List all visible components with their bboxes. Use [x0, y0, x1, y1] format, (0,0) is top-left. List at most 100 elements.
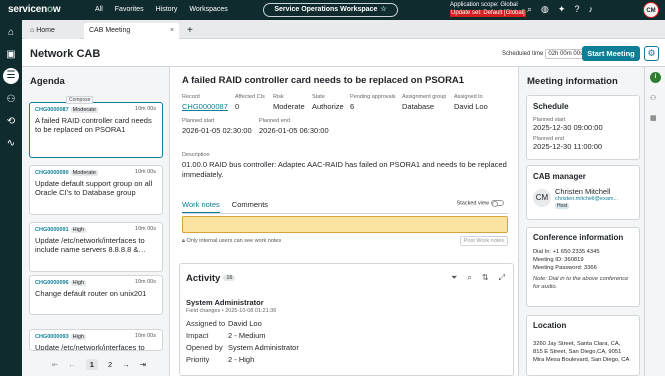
nav-workspaces[interactable]: Workspaces [189, 6, 227, 13]
field-label: Pending approvals [350, 94, 396, 100]
field-description: Description 01.00.0 RAID bus controller: … [182, 152, 507, 180]
servicenow-logo[interactable]: servicenow [8, 4, 61, 15]
visibility-note: 🔒︎ Only internal users can see work note… [182, 238, 281, 245]
location-title: Location [533, 321, 567, 330]
post-work-notes-button[interactable]: Post Work notes [460, 236, 508, 246]
manager-card[interactable]: CM Christen Mitchell christen.mitchell@e… [533, 187, 633, 209]
right-rail: i ⚇ ▦ [644, 67, 665, 376]
schedule-panel: Schedule Planned start 2025-12-30 09:00:… [526, 95, 640, 160]
user-avatar[interactable]: CM [643, 2, 659, 18]
filter-icon[interactable]: ⏷ [451, 273, 457, 283]
field-label: Assignment group [402, 94, 447, 100]
change-icon[interactable]: ⟲ [5, 116, 17, 128]
prev-page-button[interactable]: ← [68, 360, 76, 369]
table-row: Impact 2 - Medium [186, 329, 299, 341]
scope-info[interactable]: Application scope: Global Update set: De… [450, 2, 526, 17]
group-icon[interactable]: ⚇ [5, 94, 17, 106]
tab-home[interactable]: ⌂ Home [25, 23, 80, 39]
priority-badge: High [70, 280, 86, 286]
agenda-item-desc: A failed RAID controller card needs to b… [35, 116, 152, 134]
activity-tools: ⏷ ⌕ ⇅ ⤢ [451, 273, 505, 283]
pulse-icon[interactable]: ∿ [5, 138, 17, 150]
table-row: Opened by System Administrator [186, 341, 299, 353]
nav-all[interactable]: All [95, 6, 103, 13]
attendees-icon[interactable]: ⚇ [650, 94, 656, 102]
field-label: Planned end [259, 118, 290, 124]
tab-work-notes[interactable]: Work notes [182, 200, 220, 214]
pagination: ⇤ ← 1 2 → ⇥ [52, 359, 146, 370]
compose-tooltip: Compose [66, 96, 94, 104]
agenda-item[interactable]: CHG0000090 Moderate 10m 00s Update defaul… [29, 165, 163, 215]
page-title: Network CAB [30, 48, 101, 60]
workspace-pill[interactable]: Service Operations Workspace ☆ [263, 3, 398, 17]
update-set: Update set: Default [Global] [450, 9, 526, 17]
start-meeting-button[interactable]: Start Meeting [582, 46, 640, 61]
field-label: Risk [273, 94, 284, 100]
cab-manager-panel: CAB manager CM Christen Mitchell christe… [526, 165, 640, 220]
activity-count: 16 [223, 275, 236, 282]
agenda-item[interactable]: CHG0000096 High 10m 00s Change default ro… [29, 275, 163, 315]
change-key: Priority [186, 354, 210, 364]
field-affected-cis: Affected CIs 0 [235, 94, 265, 111]
globe-icon[interactable]: ◍ [541, 4, 549, 15]
agenda-panel: Agenda Compose CHG0000087 Moderate 10m 00… [22, 67, 170, 376]
work-notes-input[interactable] [182, 216, 508, 233]
expand-icon[interactable]: ⤢ [499, 273, 505, 283]
info-icon[interactable]: i [650, 72, 661, 83]
meeting-info-panel: Meeting information Schedule Planned sta… [518, 67, 644, 376]
field-label: Description [182, 152, 210, 158]
tab-comments[interactable]: Comments [232, 200, 268, 214]
agenda-item[interactable]: Compose CHG0000087 Moderate 10m 00s A fai… [29, 96, 163, 158]
field-assigned-to: Assigned to David Loo [454, 94, 488, 111]
priority-badge: Moderate [70, 107, 98, 113]
last-page-button[interactable]: ⇥ [140, 360, 146, 369]
agenda-item[interactable]: CHG0000091 High 10m 00s Update /etc/netwo… [29, 222, 163, 272]
location-line: 815 E Street, San Diego,CA, 9051 [533, 349, 622, 355]
activity-meta: Field changes • 2025-10-08 01:21:36 [186, 308, 277, 314]
meeting-id: Meeting ID: 360819 [533, 257, 584, 263]
stacked-view: Stacked view [457, 200, 504, 207]
page-1-button[interactable]: 1 [85, 359, 98, 370]
page-header: Network CAB Scheduled time 02h 00m 00s St… [22, 39, 665, 67]
sparkle-icon[interactable]: ✦ [558, 4, 566, 15]
field-value: Moderate [273, 102, 305, 111]
agenda-item-number: CHG0000096 [35, 280, 69, 286]
gear-icon[interactable]: ⚙ [644, 46, 659, 61]
planned-end-value: 2025-12-30 11:00:00 [533, 142, 603, 151]
search-icon[interactable]: ⌕ [527, 4, 532, 15]
search-icon[interactable]: ⌕ [467, 273, 471, 283]
close-icon[interactable]: × [170, 23, 174, 39]
inbox-icon[interactable]: ▣ [5, 49, 17, 61]
field-value: David Loo [454, 102, 488, 111]
nav-history[interactable]: History [156, 6, 178, 13]
agenda-item[interactable]: CHG0000093 High 10m 00s Update /etc/netwo… [29, 329, 163, 351]
agenda-title: Agenda [30, 76, 65, 87]
add-tab-button[interactable]: + [182, 23, 198, 39]
bell-icon[interactable]: ♪ [588, 4, 593, 15]
first-page-button[interactable]: ⇤ [52, 360, 58, 369]
record-link[interactable]: CHG0000087 [182, 102, 228, 111]
activity-author: System Administrator [186, 298, 264, 307]
next-page-button[interactable]: → [122, 360, 130, 369]
field-state: State Authorize [312, 94, 344, 111]
list-icon[interactable]: ☰ [3, 68, 19, 84]
agenda-item-duration: 10m 00s [134, 106, 156, 112]
nav-favorites[interactable]: Favorites [115, 6, 144, 13]
field-record: Record CHG0000087 [182, 94, 228, 111]
description-text: 01.00.0 RAID bus controller: Adaptec AAC… [182, 160, 507, 179]
manager-name: Christen Mitchell [555, 187, 611, 196]
page-2-button[interactable]: 2 [108, 360, 112, 369]
agenda-item-number: CHG0000093 [35, 334, 69, 340]
priority-badge: High [70, 334, 86, 340]
home-icon[interactable]: ⌂ [5, 27, 17, 39]
star-icon[interactable]: ☆ [380, 6, 386, 13]
stacked-view-toggle[interactable] [491, 200, 504, 207]
calendar-icon[interactable]: ▦ [650, 114, 657, 122]
help-icon[interactable]: ? [574, 4, 579, 15]
location-line: 3260 Jay Street, Santa Clara, CA, [533, 341, 621, 347]
manager-email[interactable]: christen.mitchell@exam... [555, 196, 618, 202]
tab-cab-meeting[interactable]: CAB Meeting × [84, 23, 179, 39]
table-row: Priority 2 - High [186, 353, 299, 365]
sort-icon[interactable]: ⇅ [482, 273, 489, 283]
top-icons: ⌕ ◍ ✦ ? ♪ [527, 4, 593, 15]
